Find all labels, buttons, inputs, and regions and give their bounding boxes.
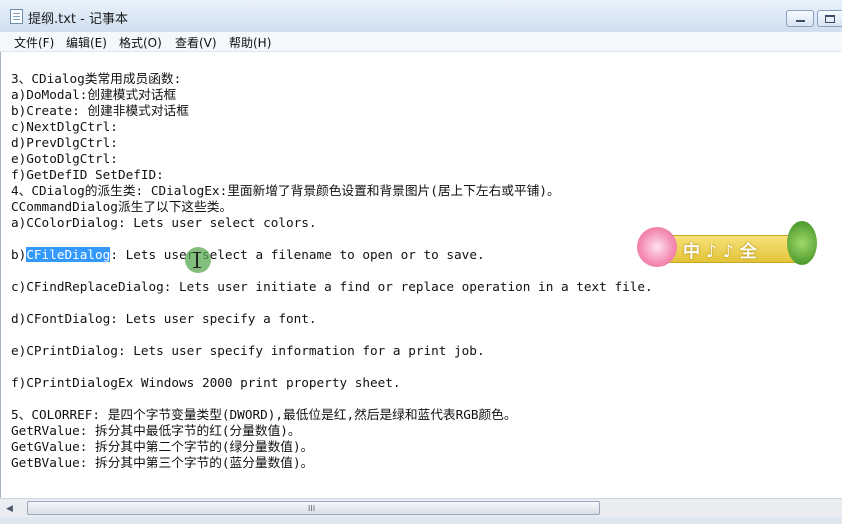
text-line: f)GetDefID SetDefID: (11, 167, 164, 182)
title-bar[interactable]: 提纲.txt - 记事本 (0, 0, 842, 33)
sticker-text: 中♪♪全 (683, 242, 763, 262)
line-suffix: : Lets user select a filename to open or… (110, 247, 485, 262)
scrollbar-grip-icon: III (308, 504, 316, 513)
menu-format[interactable]: 格式(O) (119, 34, 162, 51)
text-line: GetRValue: 拆分其中最低字节的红(分量数值)。 (11, 423, 301, 438)
text-line: 3、CDialog类常用成员函数: (11, 71, 182, 86)
leaf-icon (787, 221, 817, 265)
text-cursor-icon (193, 252, 201, 268)
text-line: d)CFontDialog: Lets user specify a font. (11, 311, 317, 326)
horizontal-scrollbar[interactable]: ◀ III (0, 498, 842, 518)
minimize-icon (796, 20, 805, 22)
lotus-flower-icon (637, 227, 677, 267)
maximize-button[interactable] (817, 10, 842, 27)
text-line: 4、CDialog的派生类: CDialogEx:里面新增了背景颜色设置和背景图… (11, 183, 560, 198)
menu-bar: 文件(F) 编辑(E) 格式(O) 查看(V) 帮助(H) (0, 32, 842, 52)
window-title: 提纲.txt - 记事本 (28, 12, 128, 27)
text-line: GetGValue: 拆分其中第二个字节的(绿分量数值)。 (11, 439, 314, 454)
minimize-button[interactable] (786, 10, 814, 27)
menu-view[interactable]: 查看(V) (175, 34, 217, 51)
selected-text-line: b)CFileDialog: Lets user select a filena… (11, 247, 485, 263)
window-bottom-edge (0, 517, 842, 524)
text-line: CCommandDialog派生了以下这些类。 (11, 199, 233, 214)
scroll-left-arrow-icon[interactable]: ◀ (6, 504, 13, 514)
text-selection[interactable]: CFileDialog (26, 247, 111, 262)
text-line: e)CPrintDialog: Lets user specify inform… (11, 343, 485, 358)
text-line: GetBValue: 拆分其中第三个字节的(蓝分量数值)。 (11, 455, 314, 470)
text-line: c)NextDlgCtrl: (11, 119, 118, 134)
text-line: e)GotoDlgCtrl: (11, 151, 118, 166)
menu-help[interactable]: 帮助(H) (229, 34, 271, 51)
maximize-icon (825, 15, 835, 23)
text-line: 5、COLORREF: 是四个字节变量类型(DWORD),最低位是红,然后是绿和… (11, 407, 517, 422)
text-line: f)CPrintDialogEx Windows 2000 print prop… (11, 375, 401, 390)
text-line: a)CColorDialog: Lets user select colors. (11, 215, 317, 230)
notepad-icon (10, 9, 23, 24)
text-editor[interactable]: 3、CDialog类常用成员函数: a)DoModal:创建模式对话框 b)Cr… (0, 52, 842, 498)
text-line: b)Create: 创建非模式对话框 (11, 103, 189, 118)
decorative-sticker: 中♪♪全 (637, 221, 817, 271)
menu-edit[interactable]: 编辑(E) (66, 34, 107, 51)
text-line: c)CFindReplaceDialog: Lets user initiate… (11, 279, 653, 294)
cursor-highlight (185, 247, 211, 273)
text-line: a)DoModal:创建模式对话框 (11, 87, 177, 102)
menu-file[interactable]: 文件(F) (14, 34, 54, 51)
line-prefix: b) (11, 247, 27, 262)
scrollbar-thumb[interactable]: III (27, 501, 600, 515)
text-line: d)PrevDlgCtrl: (11, 135, 118, 150)
